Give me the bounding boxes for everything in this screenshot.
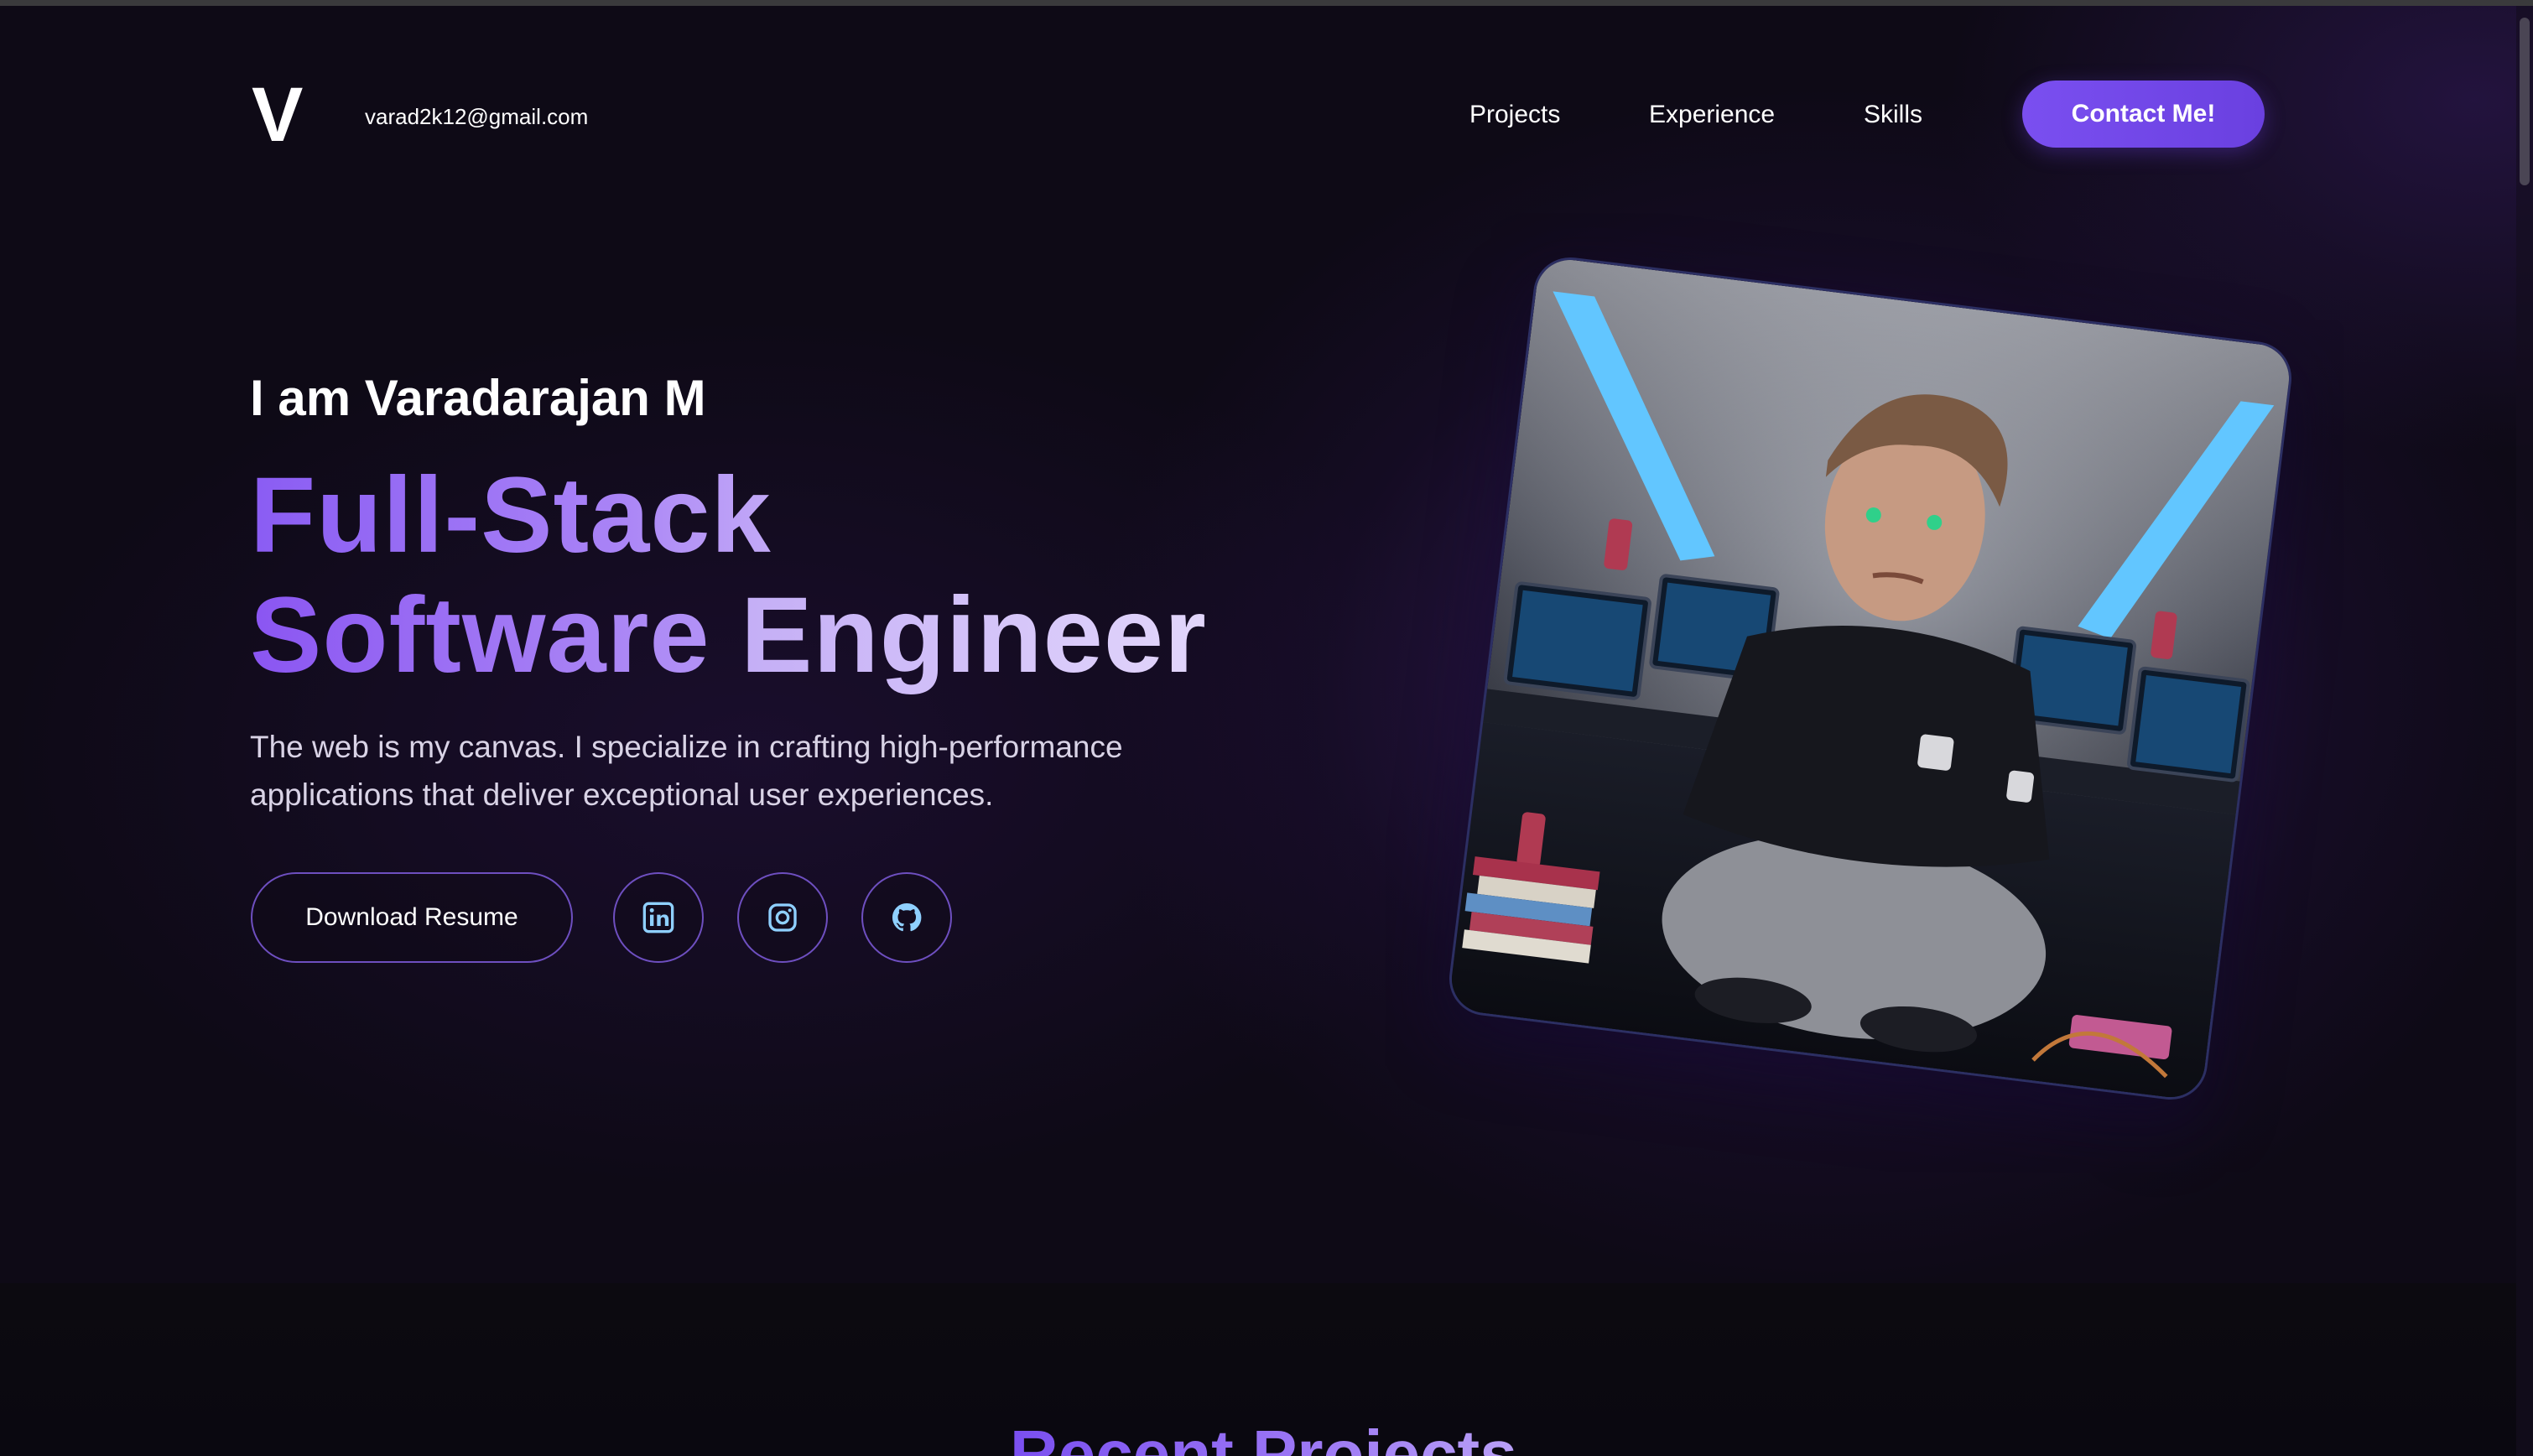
instagram-button[interactable]	[737, 872, 828, 963]
header-email[interactable]: varad2k12@gmail.com	[365, 102, 588, 131]
hero-description: The web is my canvas. I specialize in cr…	[250, 730, 1123, 812]
hero-portrait-image	[1444, 252, 2296, 1105]
nav-link-projects[interactable]: Projects	[1469, 96, 1560, 133]
nav-link-skills[interactable]: Skills	[1864, 96, 1922, 133]
site-logo[interactable]: V	[252, 73, 303, 157]
headline-software: Software	[250, 575, 741, 695]
instagram-icon	[768, 903, 797, 932]
developer-illustration	[1447, 256, 2296, 1105]
site-header: V varad2k12@gmail.com Projects Experienc…	[0, 6, 2516, 216]
headline-full-stack: Full-Stack	[250, 455, 772, 575]
github-icon	[892, 902, 922, 932]
browser-top-edge	[0, 0, 2533, 6]
contact-button[interactable]: Contact Me!	[2022, 81, 2265, 148]
nav-link-experience[interactable]: Experience	[1649, 96, 1775, 133]
linkedin-button[interactable]	[613, 872, 704, 963]
download-resume-button[interactable]: Download Resume	[251, 872, 573, 963]
hero-intro: I am Varadarajan M	[250, 370, 706, 426]
scrollbar-thumb[interactable]	[2520, 18, 2530, 185]
hero-headline-line2: Software Engineer	[250, 577, 1207, 694]
page-scrollbar[interactable]	[2516, 6, 2533, 1456]
headline-engineer: Engineer	[741, 575, 1207, 695]
linkedin-icon	[642, 902, 674, 933]
github-button[interactable]	[861, 872, 952, 963]
portfolio-page: V varad2k12@gmail.com Projects Experienc…	[0, 0, 2533, 1456]
projects-section-title: Recent Projects	[1010, 1412, 1517, 1456]
hero-headline-line1: Full-Stack	[250, 457, 772, 575]
